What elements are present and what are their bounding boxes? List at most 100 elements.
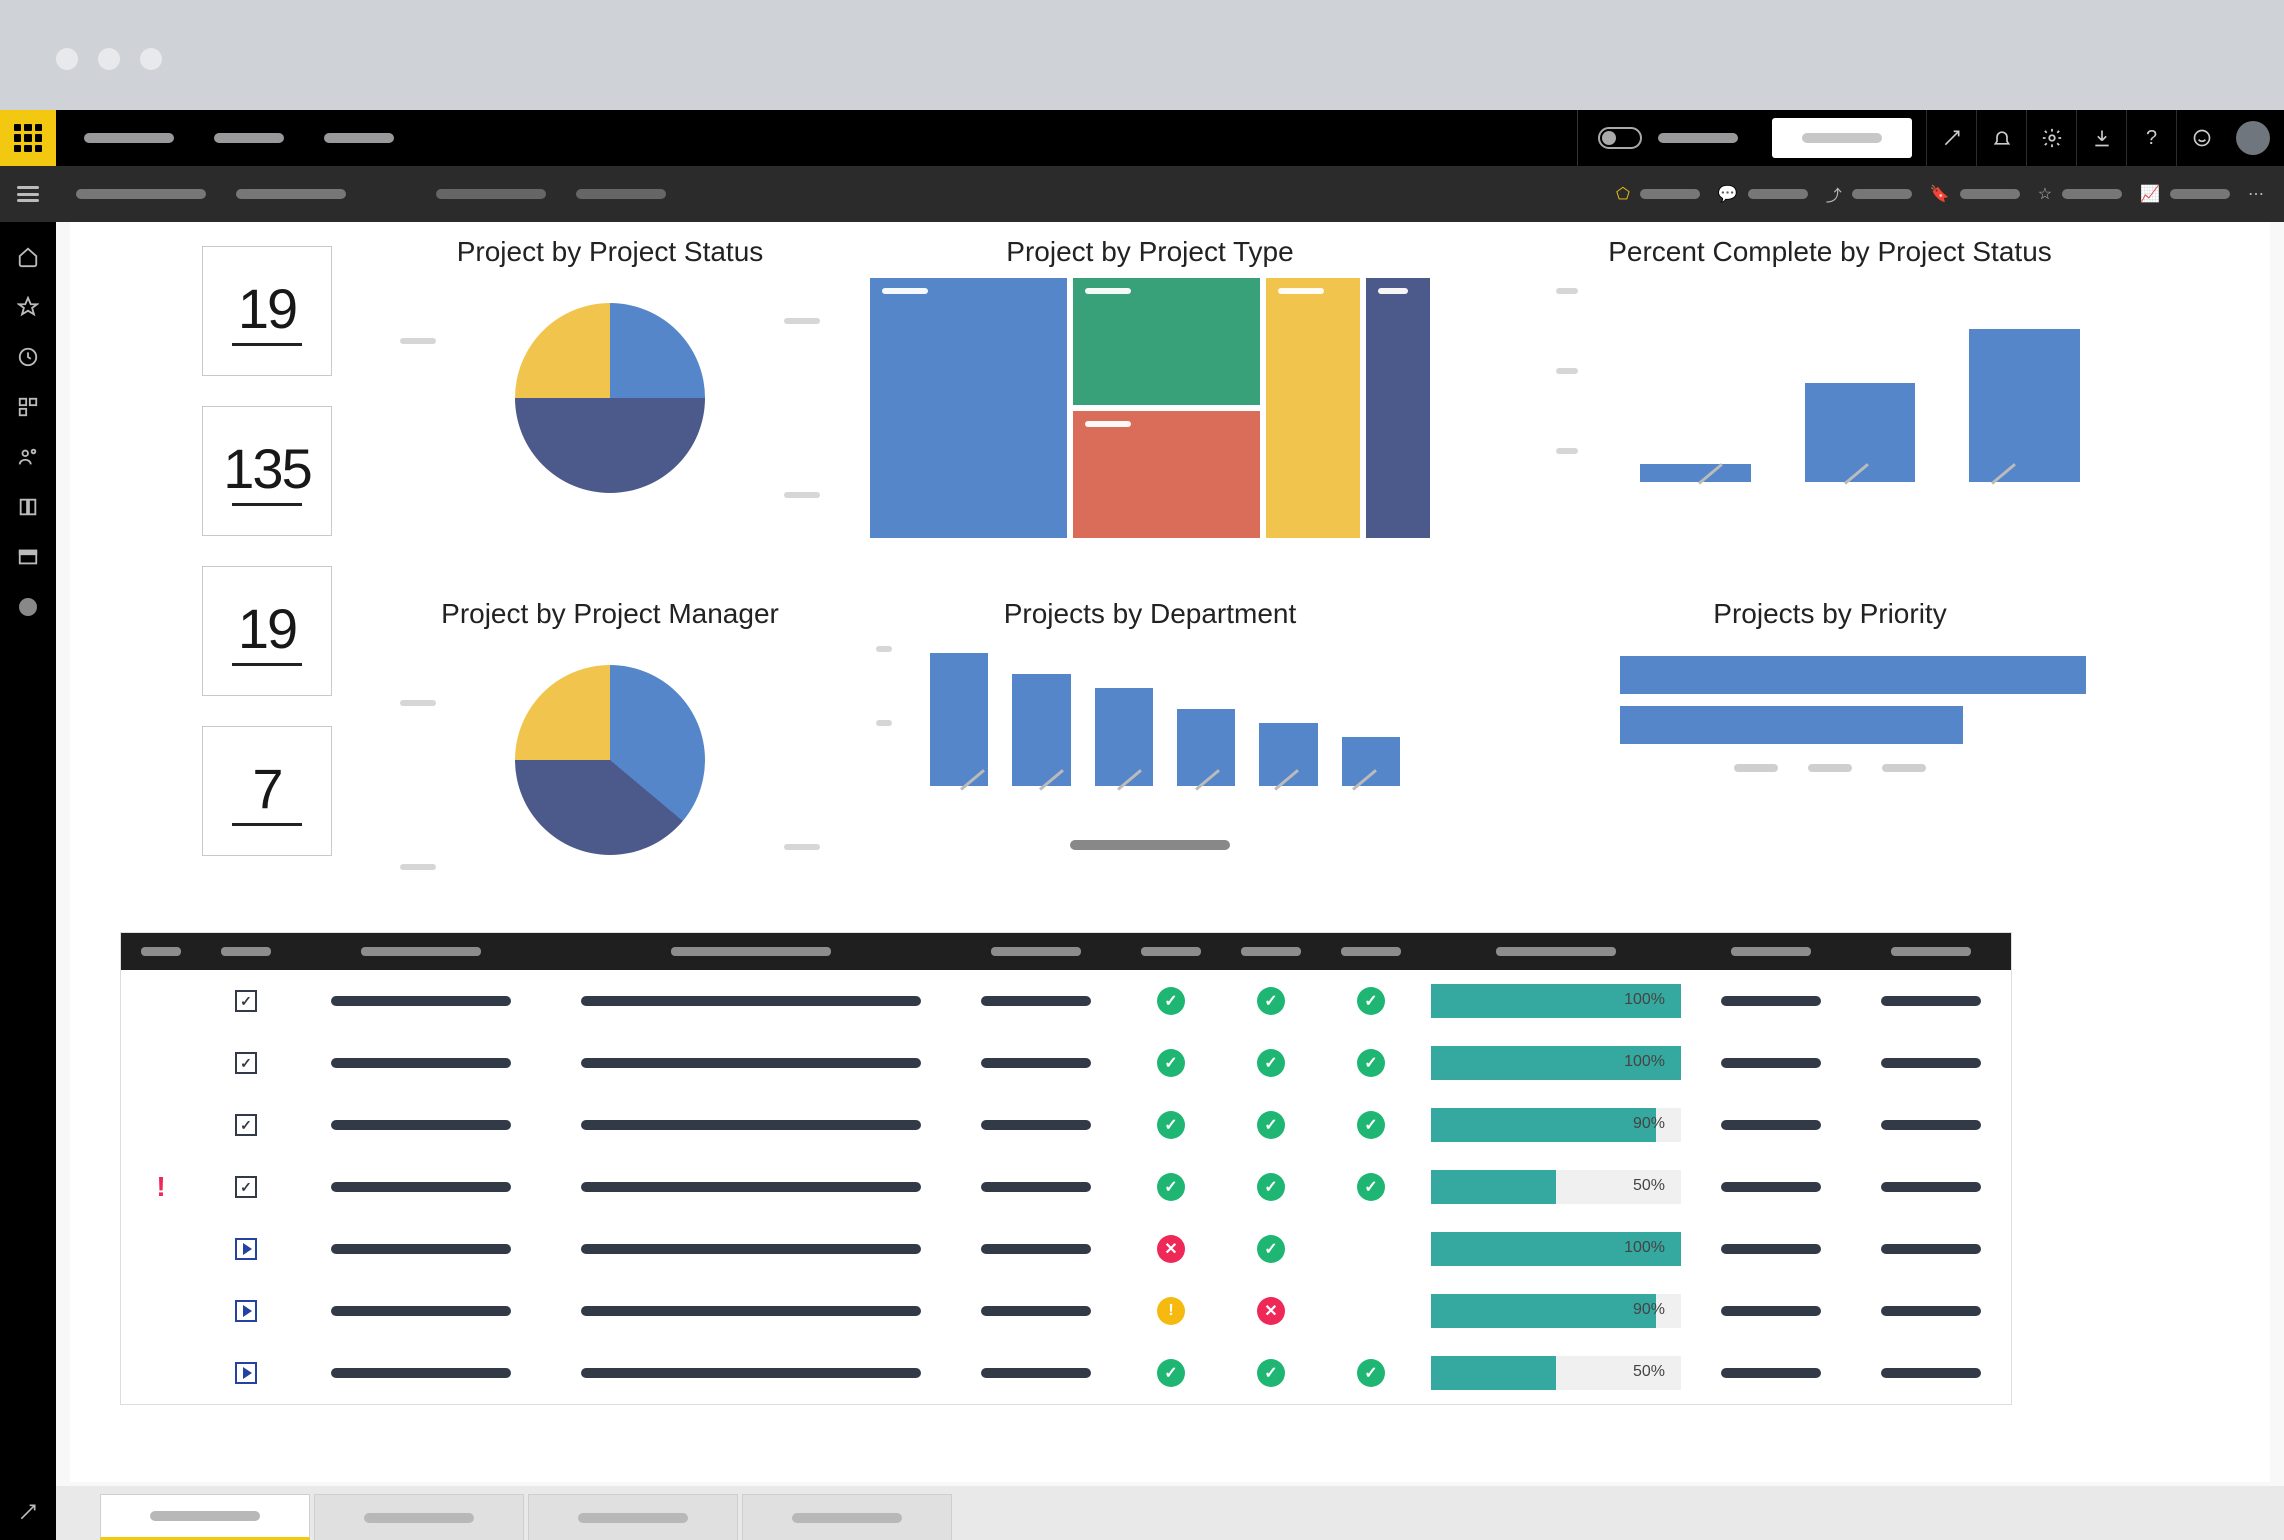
status-ok-icon: ✓ — [1357, 1049, 1385, 1077]
favorite-icon[interactable]: ☆ — [2038, 184, 2052, 204]
table-row[interactable]: ✓✓✓100% — [121, 1032, 2011, 1094]
top-menu-item[interactable] — [214, 133, 284, 143]
row-status-icon — [235, 1238, 257, 1260]
share-icon[interactable]: ⤴ — [1826, 182, 1842, 206]
table-row[interactable]: ✓✓✓100% — [121, 970, 2011, 1032]
recent-icon[interactable] — [17, 346, 39, 368]
status-error-icon: ✕ — [1257, 1297, 1285, 1325]
kpi-card[interactable]: 19 — [202, 246, 332, 376]
home-icon[interactable] — [17, 246, 39, 268]
row-status-icon — [235, 1176, 257, 1198]
table-row[interactable]: !✓✓✓50% — [121, 1156, 2011, 1218]
alert-icon: ! — [156, 1171, 165, 1202]
bookmark-icon[interactable]: 🔖 — [1930, 184, 1950, 204]
kpi-value: 7 — [252, 756, 281, 821]
view-toggle[interactable] — [1598, 127, 1642, 149]
nav-hamburger[interactable] — [0, 166, 56, 222]
chart-title: Project by Project Type — [870, 236, 1430, 268]
kpi-card[interactable]: 135 — [202, 406, 332, 536]
status-ok-icon: ✓ — [1257, 1173, 1285, 1201]
command-bar: ⬠ 💬 ⤴ 🔖 ☆ 📈 ⋯ — [56, 166, 2284, 222]
feedback-icon[interactable] — [2176, 110, 2226, 166]
kpi-card[interactable]: 7 — [202, 726, 332, 856]
command-item[interactable] — [576, 189, 666, 199]
avatar[interactable] — [2236, 121, 2270, 155]
progress-bar: 100% — [1431, 1232, 1681, 1266]
search-input[interactable] — [1772, 118, 1912, 158]
status-ok-icon: ✓ — [1157, 1111, 1185, 1139]
pentagon-icon[interactable]: ⬠ — [1616, 184, 1630, 204]
my-workspace-icon[interactable] — [17, 596, 39, 618]
row-status-icon — [235, 1300, 257, 1322]
progress-bar: 90% — [1431, 1294, 1681, 1328]
breadcrumb-item[interactable] — [236, 189, 346, 199]
app-header: ? — [0, 110, 2284, 166]
chart-project-status[interactable]: Project by Project Status — [400, 236, 820, 518]
chart-title: Project by Project Status — [400, 236, 820, 268]
project-table[interactable]: ✓✓✓100%✓✓✓100%✓✓✓90%!✓✓✓50%✕✓100%!✕90%✓✓… — [120, 932, 2012, 1405]
chart-project-type[interactable]: Project by Project Type — [870, 236, 1430, 538]
waffle-icon — [14, 124, 42, 152]
progress-bar: 90% — [1431, 1108, 1681, 1142]
expand-icon[interactable] — [18, 1502, 38, 1522]
status-warn-icon: ! — [1157, 1297, 1185, 1325]
window-maximize[interactable] — [140, 48, 162, 70]
chart-project-manager[interactable]: Project by Project Manager — [400, 598, 820, 880]
table-row[interactable]: ✓✓✓90% — [121, 1094, 2011, 1156]
table-row[interactable]: ✓✓✓50% — [121, 1342, 2011, 1404]
favorites-icon[interactable] — [17, 296, 39, 318]
fullscreen-icon[interactable] — [1926, 110, 1976, 166]
shared-icon[interactable] — [17, 446, 39, 468]
chart-title: Percent Complete by Project Status — [1550, 236, 2110, 268]
toggle-label — [1658, 133, 1738, 143]
app-launcher[interactable] — [0, 110, 56, 166]
window-minimize[interactable] — [98, 48, 120, 70]
status-ok-icon: ✓ — [1257, 1049, 1285, 1077]
top-menu-item[interactable] — [324, 133, 394, 143]
table-row[interactable]: ✕ ✓ 100% — [121, 1218, 2011, 1280]
window-close[interactable] — [56, 48, 78, 70]
learn-icon[interactable] — [17, 496, 39, 518]
status-ok-icon: ✓ — [1257, 1235, 1285, 1263]
status-ok-icon: ✓ — [1257, 987, 1285, 1015]
chart-department[interactable]: Projects by Department — [870, 598, 1430, 850]
chat-icon[interactable]: 💬 — [1718, 184, 1738, 204]
apps-icon[interactable] — [17, 396, 39, 418]
command-item[interactable] — [436, 189, 546, 199]
progress-bar: 100% — [1431, 1046, 1681, 1080]
page-tab[interactable] — [314, 1494, 524, 1540]
page-tab[interactable] — [742, 1494, 952, 1540]
chart-priority[interactable]: Projects by Priority — [1550, 598, 2110, 772]
workspaces-icon[interactable] — [17, 546, 39, 568]
breadcrumb-item[interactable] — [76, 189, 206, 199]
status-error-icon: ✕ — [1157, 1235, 1185, 1263]
progress-bar: 100% — [1431, 984, 1681, 1018]
status-ok-icon: ✓ — [1357, 1111, 1385, 1139]
status-ok-icon: ✓ — [1257, 1359, 1285, 1387]
download-icon[interactable] — [2076, 110, 2126, 166]
kpi-card[interactable]: 19 — [202, 566, 332, 696]
chart-percent-complete[interactable]: Percent Complete by Project Status — [1550, 236, 2110, 508]
row-status-icon — [235, 1362, 257, 1384]
chart-title: Project by Project Manager — [400, 598, 820, 630]
status-ok-icon: ✓ — [1357, 1359, 1385, 1387]
chart-title: Projects by Department — [870, 598, 1430, 630]
top-menu-item[interactable] — [84, 133, 174, 143]
page-tab[interactable] — [528, 1494, 738, 1540]
settings-icon[interactable] — [2026, 110, 2076, 166]
page-tab[interactable] — [100, 1494, 310, 1540]
kpi-value: 135 — [223, 436, 310, 501]
chart-line-icon[interactable]: 📈 — [2140, 184, 2160, 204]
more-icon[interactable]: ⋯ — [2248, 184, 2264, 204]
kpi-value: 19 — [238, 596, 296, 661]
row-status-icon — [235, 990, 257, 1012]
notifications-icon[interactable] — [1976, 110, 2026, 166]
row-status-icon — [235, 1052, 257, 1074]
browser-chrome — [0, 0, 2284, 110]
row-status-icon — [235, 1114, 257, 1136]
help-icon[interactable]: ? — [2126, 110, 2176, 166]
page-tabs — [56, 1486, 2284, 1540]
table-row[interactable]: ! ✕ 90% — [121, 1280, 2011, 1342]
side-rail — [0, 222, 56, 1540]
status-ok-icon: ✓ — [1357, 987, 1385, 1015]
